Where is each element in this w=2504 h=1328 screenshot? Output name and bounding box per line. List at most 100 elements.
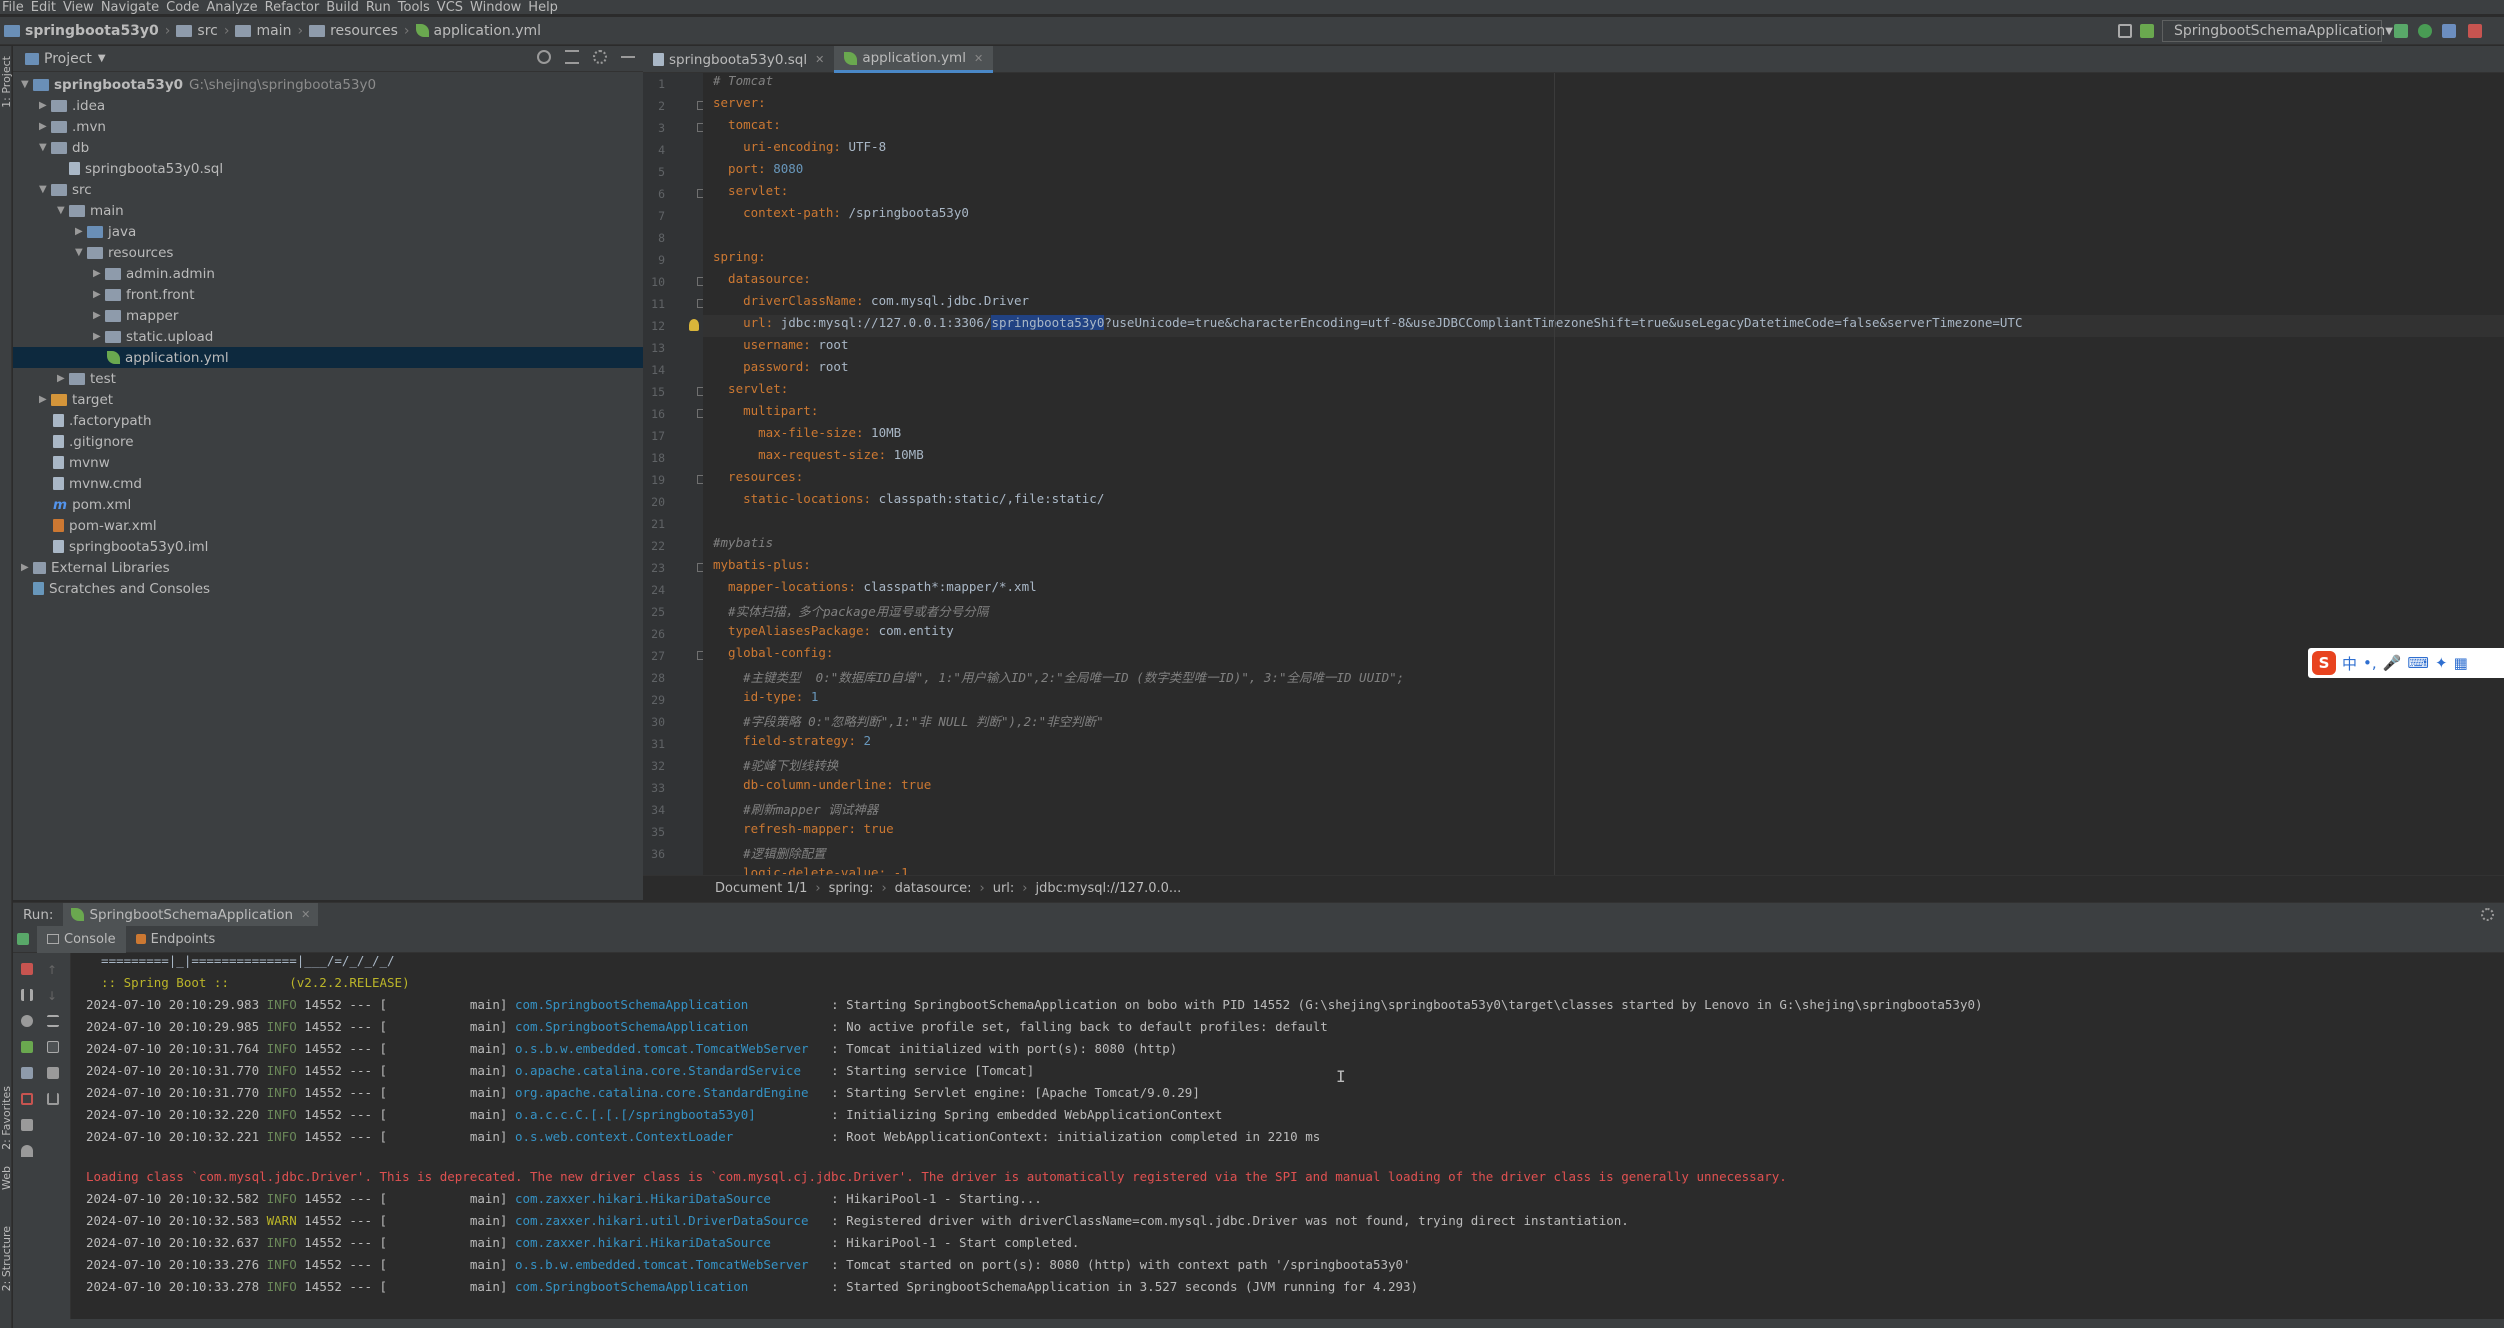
breadcrumb-document[interactable]: Document 1/1 [715, 881, 807, 896]
tree-item-target[interactable]: ▶ target [13, 389, 643, 410]
tree-item-project-root[interactable]: ▼ springboota53y0 G:\shejing\springboota… [13, 74, 643, 95]
trash-icon[interactable] [47, 1093, 59, 1105]
menu-vcs[interactable]: VCS [437, 0, 470, 15]
project-view-select[interactable]: Project [44, 51, 92, 67]
tree-item-java[interactable]: ▶ java [13, 221, 643, 242]
tree-item-iml[interactable]: springboota53y0.iml [13, 536, 643, 557]
menu-navigate[interactable]: Navigate [101, 0, 166, 15]
tree-item-static-upload[interactable]: ▶ static.upload [13, 326, 643, 347]
tree-item-mvnw-cmd[interactable]: mvnw.cmd [13, 473, 643, 494]
tab-console[interactable]: Console [37, 925, 126, 953]
favorites-tool-button[interactable]: 2: Favorites [0, 1086, 13, 1150]
close-icon[interactable]: ✕ [974, 52, 983, 65]
skin-icon[interactable]: ✦ [2435, 654, 2448, 672]
tab-sql[interactable]: springboota53y0.sql ✕ [643, 46, 834, 73]
collapse-all-icon[interactable] [565, 50, 579, 64]
tree-item-pom-xml[interactable]: m pom.xml [13, 494, 643, 515]
tree-item-idea[interactable]: ▶ .idea [13, 95, 643, 116]
breadcrumb-src[interactable]: src [197, 23, 217, 39]
tree-item-admin[interactable]: ▶ admin.admin [13, 263, 643, 284]
breadcrumb-url[interactable]: url: [993, 881, 1015, 896]
exit-icon[interactable] [21, 1093, 33, 1105]
tree-item-src[interactable]: ▼ src [13, 179, 643, 200]
breadcrumb-datasource[interactable]: datasource: [895, 881, 972, 896]
debug-icon[interactable] [2418, 24, 2432, 38]
code-editor[interactable]: # Tomcat server: tomcat: uri-encoding: U… [689, 73, 2504, 875]
menu-tools[interactable]: Tools [398, 0, 437, 15]
tree-item-resources[interactable]: ▼ resources [13, 242, 643, 263]
tree-item-mvnw[interactable]: mvnw [13, 452, 643, 473]
menu-run[interactable]: Run [366, 0, 398, 15]
tab-endpoints[interactable]: Endpoints [126, 926, 226, 953]
arrow-down-icon[interactable]: ↓ [47, 989, 59, 1003]
stop-icon[interactable] [2468, 24, 2482, 38]
tree-item-factorypath[interactable]: .factorypath [13, 410, 643, 431]
sogou-logo-icon: S [2312, 651, 2336, 675]
tree-item-pom-war-xml[interactable]: pom-war.xml [13, 515, 643, 536]
project-tool-button[interactable]: 1: Project [0, 56, 13, 108]
minimize-icon[interactable] [621, 56, 635, 58]
console-output[interactable]: =========|_|==============|___/=/_/_/_/ … [72, 953, 2504, 1319]
gear-icon[interactable] [593, 50, 607, 64]
menu-build[interactable]: Build [326, 0, 366, 15]
ime-mode[interactable]: 中 [2342, 653, 2357, 674]
scroll-to-end-icon[interactable] [47, 1041, 59, 1053]
arrow-up-icon[interactable]: ↑ [47, 963, 59, 977]
pause-icon[interactable] [21, 989, 33, 1001]
tree-item-test[interactable]: ▶ test [13, 368, 643, 389]
tree-item-front[interactable]: ▶ front.front [13, 284, 643, 305]
tab-application-yml[interactable]: application.yml ✕ [834, 46, 994, 73]
tree-item-sql-file[interactable]: springboota53y0.sql [13, 158, 643, 179]
layout-icon[interactable] [2118, 24, 2132, 38]
menu-code[interactable]: Code [166, 0, 206, 15]
build-hammer-icon[interactable] [2140, 24, 2154, 38]
coverage-icon[interactable] [2442, 24, 2456, 38]
tree-item-mvn[interactable]: ▶ .mvn [13, 116, 643, 137]
breadcrumb-project[interactable]: springboota53y0 [25, 23, 159, 39]
pin-icon[interactable] [21, 1145, 33, 1157]
menu-file[interactable]: File [0, 0, 31, 15]
menu-refactor[interactable]: Refactor [265, 0, 327, 15]
run-tab[interactable]: SpringbootSchemaApplication ✕ [63, 902, 319, 927]
stop-icon[interactable] [21, 963, 33, 975]
menu-analyze[interactable]: Analyze [206, 0, 264, 15]
tree-item-scratches[interactable]: Scratches and Consoles [13, 578, 643, 599]
settings-icon[interactable] [21, 1067, 33, 1079]
menu-view[interactable]: View [63, 0, 101, 15]
menu-help[interactable]: Help [528, 0, 565, 15]
menu-window[interactable]: Window [470, 0, 528, 15]
camera-icon[interactable] [21, 1015, 33, 1027]
close-icon[interactable]: ✕ [301, 908, 310, 921]
breadcrumb-resources[interactable]: resources [330, 23, 398, 39]
structure-tool-button[interactable]: 2: Structure [0, 1226, 13, 1291]
dump-threads-icon[interactable] [21, 1119, 33, 1131]
intention-bulb-icon[interactable] [689, 319, 699, 331]
ime-toolbar[interactable]: S 中 •, 🎤 ⌨ ✦ ▦ [2308, 648, 2504, 678]
tree-item-db[interactable]: ▼ db [13, 137, 643, 158]
run-configuration-select[interactable]: SpringbootSchemaApplication ▼ [2162, 20, 2393, 42]
tree-item-external-libraries[interactable]: ▶ External Libraries [13, 557, 643, 578]
print-icon[interactable] [47, 1067, 59, 1079]
close-icon[interactable]: ✕ [815, 53, 824, 66]
locate-icon[interactable] [537, 50, 551, 64]
toolbox-icon[interactable]: ▦ [2454, 654, 2468, 672]
tree-item-gitignore[interactable]: .gitignore [13, 431, 643, 452]
tree-item-application-yml[interactable]: application.yml [13, 347, 643, 368]
breadcrumb-file[interactable]: application.yml [434, 23, 542, 39]
keyboard-icon[interactable]: ⌨ [2407, 654, 2429, 672]
breadcrumb-url-value[interactable]: jdbc:mysql://127.0.0... [1036, 881, 1182, 896]
folder-icon [51, 99, 67, 112]
breadcrumb-main[interactable]: main [256, 23, 291, 39]
web-tool-button[interactable]: Web [0, 1166, 13, 1190]
soft-wrap-icon[interactable] [47, 1015, 59, 1027]
punctuation-icon[interactable]: •, [2363, 654, 2377, 672]
tree-item-main[interactable]: ▼ main [13, 200, 643, 221]
tree-item-mapper[interactable]: ▶ mapper [13, 305, 643, 326]
microphone-icon[interactable]: 🎤 [2383, 654, 2402, 672]
breadcrumb-spring[interactable]: spring: [829, 881, 874, 896]
menu-edit[interactable]: Edit [31, 0, 63, 15]
rerun-icon[interactable] [2394, 24, 2408, 38]
restore-icon[interactable] [21, 1041, 33, 1053]
gear-icon[interactable] [2481, 908, 2494, 921]
rerun-icon[interactable] [17, 933, 29, 945]
